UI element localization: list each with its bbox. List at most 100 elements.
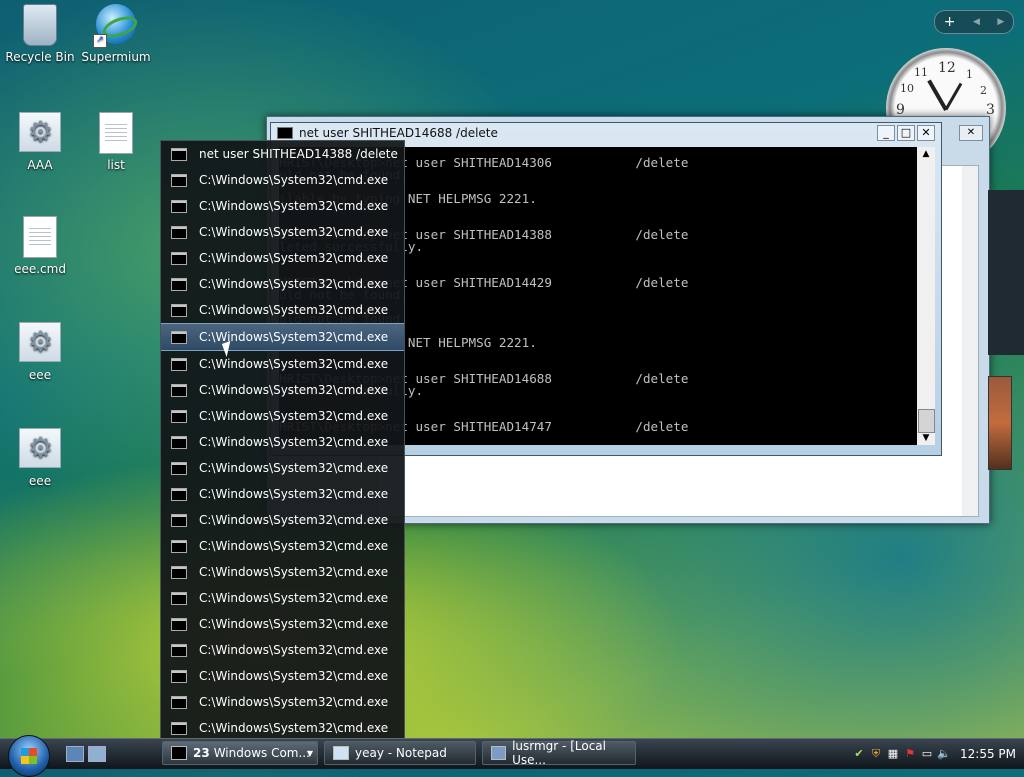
clock-number: 10 — [900, 82, 914, 95]
window-list-item[interactable]: C:\Windows\System32\cmd.exe — [161, 585, 404, 611]
window-list-item-label: C:\Windows\System32\cmd.exe — [199, 591, 389, 605]
window-list-item[interactable]: C:\Windows\System32\cmd.exe — [161, 455, 404, 481]
desktop-icon-recycle-bin[interactable]: Recycle Bin — [2, 4, 78, 64]
prev-gadget-button[interactable]: ◀ — [973, 17, 980, 27]
window-list-item[interactable]: net user SHITHEAD14388 /delete — [161, 141, 404, 167]
cmd-icon — [171, 303, 187, 317]
cmd-icon — [171, 409, 187, 423]
window-list-item-label: C:\Windows\System32\cmd.exe — [199, 539, 389, 553]
text-file-icon — [95, 112, 137, 154]
window-list-item-label: C:\Windows\System32\cmd.exe — [199, 565, 389, 579]
cmd-icon — [171, 565, 187, 579]
desktop-icon-label: eee.cmd — [14, 262, 66, 276]
window-list-item-label: C:\Windows\System32\cmd.exe — [199, 225, 389, 239]
scroll-thumb[interactable] — [918, 409, 935, 433]
scroll-up-icon[interactable]: ▲ — [918, 147, 934, 161]
cmd-icon — [171, 330, 187, 344]
cmd-icon — [171, 721, 187, 735]
taskbar-button-notepad[interactable]: yeay - Notepad — [324, 741, 476, 765]
window-list-item[interactable]: C:\Windows\System32\cmd.exe — [161, 167, 404, 193]
switch-windows-icon[interactable] — [88, 746, 106, 762]
close-button[interactable]: ✕ — [917, 125, 935, 141]
close-button[interactable]: ✕ — [959, 125, 983, 141]
cmd-icon — [171, 487, 187, 501]
window-list-item[interactable]: C:\Windows\System32\cmd.exe — [161, 245, 404, 271]
window-list-item[interactable]: C:\Windows\System32\cmd.exe — [161, 481, 404, 507]
system-tray: ✔ ⛨ ▦ ⚑ ▭ 🔈 12:55 PM — [852, 741, 1024, 767]
window-list-item-label: C:\Windows\System32\cmd.exe — [199, 513, 389, 527]
window-list-item[interactable]: C:\Windows\System32\cmd.exe — [161, 403, 404, 429]
show-desktop-icon[interactable] — [66, 746, 84, 762]
taskbar-group-window-list: net user SHITHEAD14388 /delete C:\Windows… — [160, 140, 405, 740]
taskbar-button-label: yeay - Notepad — [355, 746, 447, 760]
window-list-item-label: C:\Windows\System32\cmd.exe — [199, 357, 389, 371]
minimize-button[interactable]: _ — [877, 125, 895, 141]
browser-icon: ↗ — [93, 4, 137, 48]
text-file-icon — [19, 216, 61, 258]
desktop-icon-eee-2[interactable]: eee — [2, 428, 78, 488]
window-list-item[interactable]: C:\Windows\System32\cmd.exe — [161, 611, 404, 637]
scroll-down-icon[interactable]: ▼ — [918, 431, 934, 445]
cmd-icon — [171, 435, 187, 449]
shield-icon[interactable]: ⛨ — [869, 747, 883, 761]
console-scrollbar[interactable]: ▲ ▼ — [917, 147, 935, 445]
desktop-icon-label: AAA — [27, 158, 53, 172]
window-list-item-label: net user SHITHEAD14388 /delete — [199, 147, 398, 161]
window-list-item[interactable]: C:\Windows\System32\cmd.exe — [161, 377, 404, 403]
cmd-icon — [171, 147, 187, 161]
recycle-bin-icon — [19, 4, 61, 46]
window-list-item[interactable]: C:\Windows\System32\cmd.exe — [161, 351, 404, 377]
taskbar-button-cmd-group[interactable]: 23 Windows Com... ▼ — [162, 741, 318, 765]
desktop-icon-eee[interactable]: eee — [2, 322, 78, 382]
window-list-item[interactable]: C:\Windows\System32\cmd.exe — [161, 429, 404, 455]
window-list-item[interactable]: C:\Windows\System32\cmd.exe — [161, 297, 404, 323]
next-gadget-button[interactable]: ▶ — [997, 17, 1004, 27]
window-list-item-label: C:\Windows\System32\cmd.exe — [199, 643, 389, 657]
window-list-item[interactable]: C:\Windows\System32\cmd.exe — [161, 323, 404, 351]
volume-icon[interactable]: 🔈 — [937, 747, 951, 761]
window-list-item-label: C:\Windows\System32\cmd.exe — [199, 435, 389, 449]
chevron-down-icon: ▼ — [306, 748, 313, 758]
cmd-icon — [171, 695, 187, 709]
clock-minute-hand — [944, 82, 963, 111]
window-list-item[interactable]: C:\Windows\System32\cmd.exe — [161, 219, 404, 245]
taskbar-button-lusrmgr[interactable]: lusrmgr - [Local Use... — [482, 739, 636, 767]
window-list-item[interactable]: C:\Windows\System32\cmd.exe — [161, 507, 404, 533]
desktop-icon-label: Recycle Bin — [5, 50, 75, 64]
mmc-icon — [491, 746, 507, 760]
window-list-item[interactable]: C:\Windows\System32\cmd.exe — [161, 559, 404, 585]
window-list-item-label: C:\Windows\System32\cmd.exe — [199, 695, 389, 709]
flag-icon[interactable]: ⚑ — [903, 747, 917, 761]
window-list-item[interactable]: C:\Windows\System32\cmd.exe — [161, 689, 404, 715]
window-list-item[interactable]: C:\Windows\System32\cmd.exe — [161, 271, 404, 297]
desktop-icon-list[interactable]: list — [78, 112, 154, 172]
cmd-icon — [171, 173, 187, 187]
window-list-item-label: C:\Windows\System32\cmd.exe — [199, 251, 389, 265]
taskbar-clock[interactable]: 12:55 PM — [960, 747, 1016, 761]
window-list-item-label: C:\Windows\System32\cmd.exe — [199, 409, 389, 423]
desktop-icon-label: eee — [28, 474, 52, 488]
maximize-button[interactable]: □ — [897, 125, 915, 141]
desktop-icon-eee-cmd[interactable]: eee.cmd — [2, 216, 78, 276]
sidebar-controls: + ◀ ▶ — [934, 10, 1014, 34]
cmd-icon — [171, 277, 187, 291]
add-gadget-button[interactable]: + — [944, 14, 956, 30]
window-list-item[interactable]: C:\Windows\System32\cmd.exe — [161, 533, 404, 559]
window-list-item[interactable]: C:\Windows\System32\cmd.exe — [161, 663, 404, 689]
window-list-item-label: C:\Windows\System32\cmd.exe — [199, 383, 389, 397]
monitor-icon[interactable]: ▭ — [920, 747, 934, 761]
window-list-item[interactable]: C:\Windows\System32\cmd.exe — [161, 637, 404, 663]
cmd-icon — [171, 461, 187, 475]
cmd-icon — [171, 617, 187, 631]
scrollbar[interactable] — [962, 166, 978, 516]
batch-file-icon — [19, 428, 61, 470]
start-button[interactable] — [8, 735, 50, 777]
window-list-item[interactable]: C:\Windows\System32\cmd.exe — [161, 193, 404, 219]
check-icon[interactable]: ✔ — [852, 747, 866, 761]
cmd-icon — [171, 643, 187, 657]
window-list-item-label: C:\Windows\System32\cmd.exe — [199, 617, 389, 631]
desktop-icon-aaa[interactable]: AAA — [2, 112, 78, 172]
desktop-icon-label: Supermium — [81, 50, 151, 64]
network-icon[interactable]: ▦ — [886, 747, 900, 761]
desktop-icon-supermium[interactable]: ↗ Supermium — [78, 4, 154, 64]
